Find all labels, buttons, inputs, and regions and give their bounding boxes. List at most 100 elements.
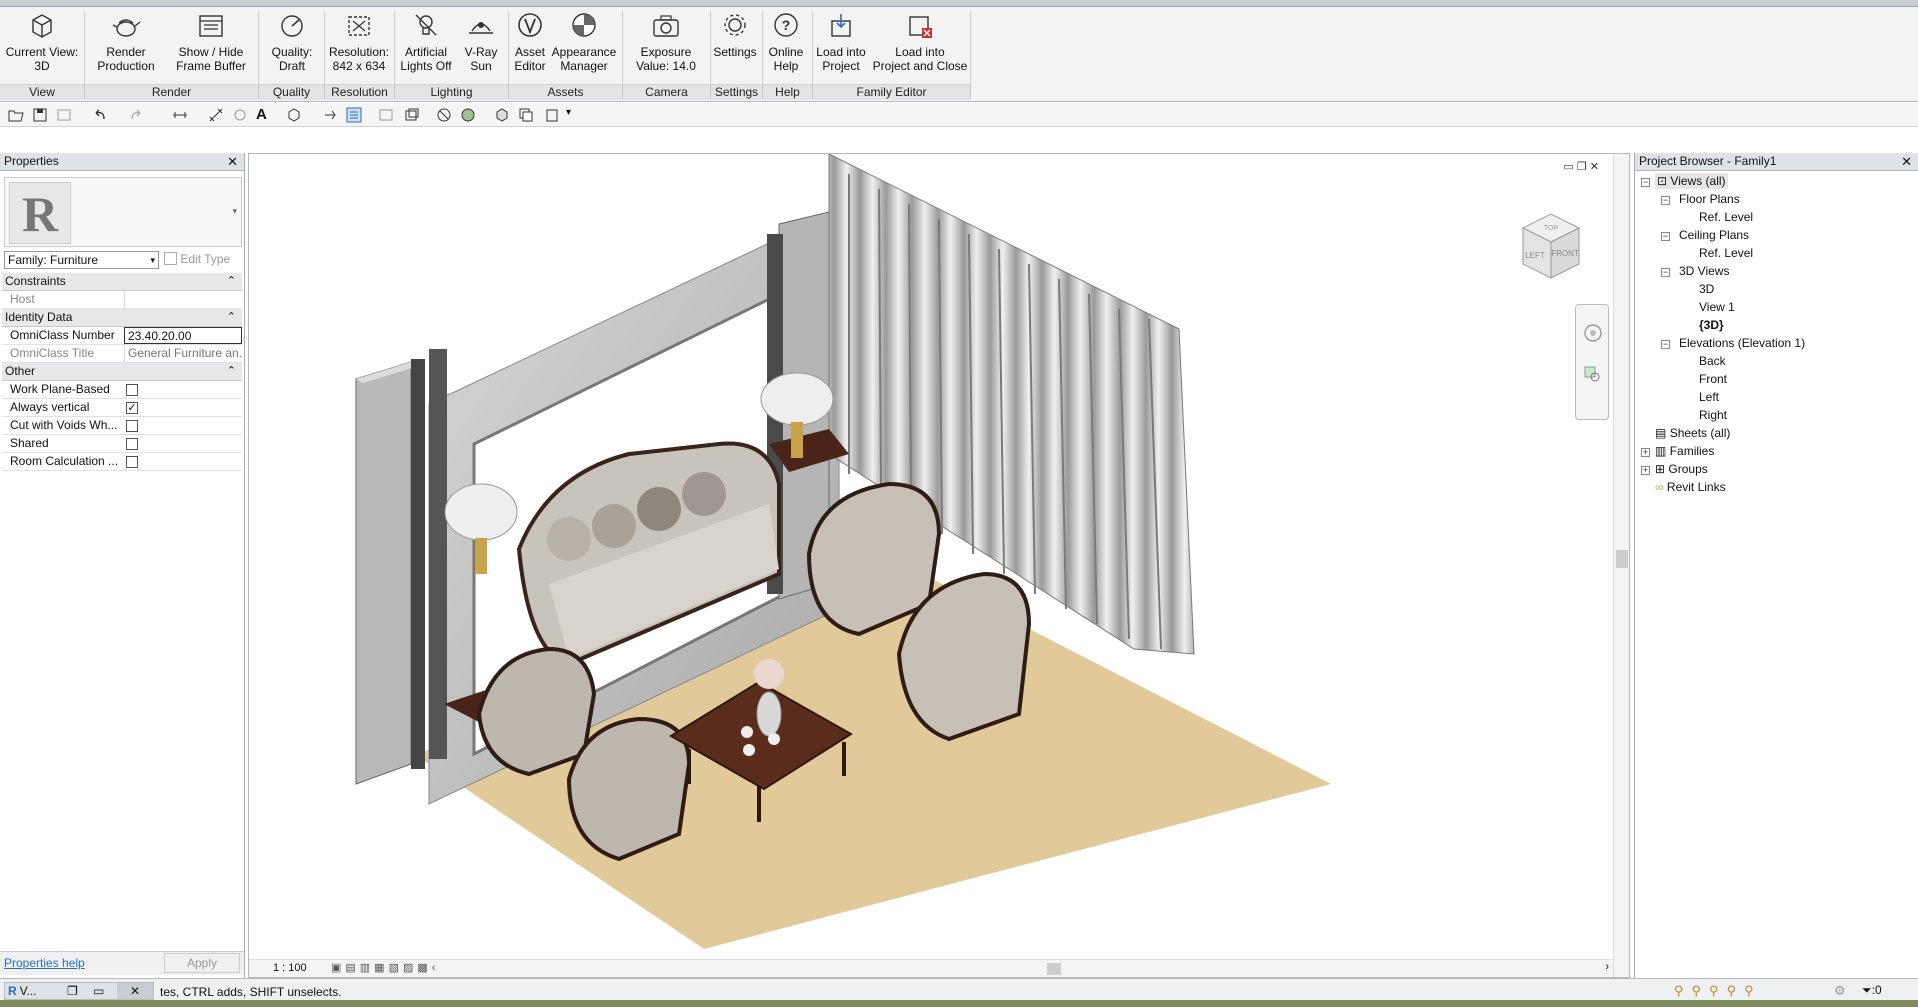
close-icon[interactable]: ✕ <box>1901 153 1912 170</box>
group-other[interactable]: Other ⌃ <box>2 363 242 381</box>
tree-node-3d-current[interactable]: {3D} <box>1699 317 1724 333</box>
collapse-toggle-icon[interactable]: − <box>1661 196 1670 205</box>
view-control-icons[interactable]: ▣▤▥▦▧▨▩‹ <box>331 961 439 974</box>
expand-toggle-icon[interactable]: + <box>1641 466 1650 475</box>
selection-filter-icons[interactable]: ⚲⚲⚲⚲⚲ <box>1674 983 1762 999</box>
gear-icon[interactable]: ⚙ <box>1834 983 1846 999</box>
view-scale[interactable]: 1 : 100 <box>273 962 307 974</box>
cut-with-voids-checkbox[interactable] <box>126 420 138 432</box>
type-selector[interactable]: Family: Furniture ▾ <box>4 251 159 269</box>
close-hidden-icon[interactable] <box>378 107 394 123</box>
properties-help-link[interactable]: Properties help <box>4 956 85 970</box>
work-plane-checkbox[interactable] <box>126 384 138 396</box>
undo-icon[interactable] <box>92 107 108 123</box>
tree-node-front[interactable]: Front <box>1699 371 1727 387</box>
collapse-toggle-icon[interactable]: − <box>1641 178 1650 187</box>
tag-icon[interactable] <box>232 107 248 123</box>
current-view-button[interactable]: Current View: 3D <box>2 11 82 85</box>
default-3d-icon[interactable] <box>286 107 302 123</box>
group-label-help[interactable]: Help <box>763 84 812 100</box>
always-vertical-checkbox[interactable]: ✓ <box>126 402 138 414</box>
omniclass-number-field[interactable]: 23.40.20.00 <box>124 327 242 344</box>
redo-icon[interactable] <box>128 107 144 123</box>
left-column <box>429 349 447 759</box>
render-globe-icon[interactable] <box>460 107 476 123</box>
filter-count[interactable]: ⏷:0 <box>1862 983 1882 998</box>
asset-editor-button[interactable]: Asset Editor <box>510 11 550 85</box>
show-hide-frame-buffer-button[interactable]: Show / Hide Frame Buffer <box>170 11 252 85</box>
tree-node-floor-plans[interactable]: Floor Plans <box>1679 191 1740 207</box>
edit-type-button[interactable]: Edit Type <box>164 251 242 269</box>
load-into-project-and-close-button[interactable]: Load into Project and Close <box>872 11 968 85</box>
link-icon: ∞ <box>1655 480 1664 494</box>
tree-node-views-all[interactable]: ⊡ Views (all) <box>1655 173 1728 189</box>
tree-node-revit-links[interactable]: ∞ Revit Links <box>1655 479 1726 495</box>
tree-node-groups[interactable]: ⊞ Groups <box>1655 461 1708 477</box>
qat-dropdown-icon[interactable]: ▾ <box>566 107 582 123</box>
horizontal-scroll-thumb[interactable] <box>1047 963 1061 975</box>
shared-checkbox[interactable] <box>126 438 138 450</box>
render-production-button[interactable]: Render Production <box>88 11 164 85</box>
switch-windows-icon[interactable] <box>404 107 420 123</box>
tree-node-right[interactable]: Right <box>1699 407 1727 423</box>
tree-node-left[interactable]: Left <box>1699 389 1719 405</box>
restore-icon[interactable]: ❐ <box>67 983 78 999</box>
thin-lines-icon[interactable] <box>346 107 362 123</box>
dimension-icon[interactable] <box>208 107 224 123</box>
section-icon[interactable] <box>322 107 338 123</box>
paste-icon[interactable] <box>544 107 560 123</box>
restore-icon[interactable]: ❐ <box>1577 161 1587 173</box>
tree-node-back[interactable]: Back <box>1699 353 1726 369</box>
measure-icon[interactable] <box>172 107 188 123</box>
expand-toggle-icon[interactable]: + <box>1641 448 1650 457</box>
close-icon[interactable]: ✕ <box>227 153 238 170</box>
vertical-scrollbar[interactable] <box>1613 154 1629 977</box>
collapse-toggle-icon[interactable]: − <box>1661 232 1670 241</box>
collapse-toggle-icon[interactable]: − <box>1661 340 1670 349</box>
quality-button[interactable]: Quality: Draft <box>262 11 322 85</box>
properties-palette: Properties ✕ R ▾ Family: Furniture ▾ Edi… <box>0 153 245 978</box>
collapse-toggle-icon[interactable]: − <box>1661 268 1670 277</box>
text-tool-icon[interactable]: A <box>256 107 272 123</box>
apply-button[interactable]: Apply <box>164 953 240 973</box>
online-help-button[interactable]: ? Online Help <box>762 11 810 85</box>
tree-node-fp-ref-level[interactable]: Ref. Level <box>1699 209 1753 225</box>
scroll-right-icon[interactable]: › <box>1605 961 1609 973</box>
room-calculation-checkbox[interactable] <box>126 456 138 468</box>
maximize-icon[interactable]: ▭ <box>93 983 104 999</box>
artificial-lights-button[interactable]: Artificial Lights Off <box>396 11 456 85</box>
appearance-manager-button[interactable]: Appearance Manager <box>550 11 618 85</box>
save-icon[interactable] <box>32 107 48 123</box>
copy-icon[interactable] <box>518 107 534 123</box>
tree-node-families[interactable]: ▥ Families <box>1655 443 1714 459</box>
resolution-button[interactable]: Resolution: 842 x 634 <box>326 11 392 85</box>
tree-node-3d[interactable]: 3D <box>1699 281 1714 297</box>
type-preview[interactable]: R ▾ <box>4 177 242 247</box>
tree-node-sheets[interactable]: ▤ Sheets (all) <box>1655 425 1730 441</box>
settings-button[interactable]: Settings <box>710 11 760 85</box>
minimize-icon[interactable]: ▭ <box>1563 161 1573 173</box>
sync-icon[interactable] <box>56 107 72 123</box>
viewcube[interactable]: TOP LEFT FRONT <box>1511 206 1591 286</box>
scroll-thumb[interactable] <box>1616 550 1628 568</box>
tree-node-elevations[interactable]: Elevations (Elevation 1) <box>1679 335 1805 351</box>
vray-sun-button[interactable]: V-Ray Sun <box>458 11 504 85</box>
tree-node-view-1[interactable]: View 1 <box>1699 299 1735 315</box>
steering-wheel-icon[interactable] <box>1583 323 1603 343</box>
3d-view-canvas[interactable]: ▭ ❐ ✕ TOP LEFT FRONT 1 : 100 ▣▤▥▦▧▨▩‹ › <box>248 153 1630 978</box>
exposure-value-button[interactable]: Exposure Value: 14.0 <box>624 11 708 85</box>
desktop-strip <box>0 1000 1918 1007</box>
tree-node-ceiling-plans[interactable]: Ceiling Plans <box>1679 227 1749 243</box>
visibility-icon[interactable] <box>436 107 452 123</box>
tree-node-cp-ref-level[interactable]: Ref. Level <box>1699 245 1753 261</box>
view-tab[interactable]: R V... ❐ ▭ ✕ <box>4 982 154 1000</box>
group-constraints[interactable]: Constraints ⌃ <box>2 273 242 291</box>
load-into-project-button[interactable]: Load into Project <box>812 11 870 85</box>
group-identity-data[interactable]: Identity Data ⌃ <box>2 309 242 327</box>
close-icon[interactable]: ✕ <box>117 983 153 999</box>
cube-icon[interactable] <box>494 107 510 123</box>
open-icon[interactable] <box>8 107 24 123</box>
close-icon[interactable]: ✕ <box>1590 161 1599 173</box>
zoom-icon[interactable] <box>1583 365 1603 385</box>
tree-node-3d-views[interactable]: 3D Views <box>1679 263 1729 279</box>
